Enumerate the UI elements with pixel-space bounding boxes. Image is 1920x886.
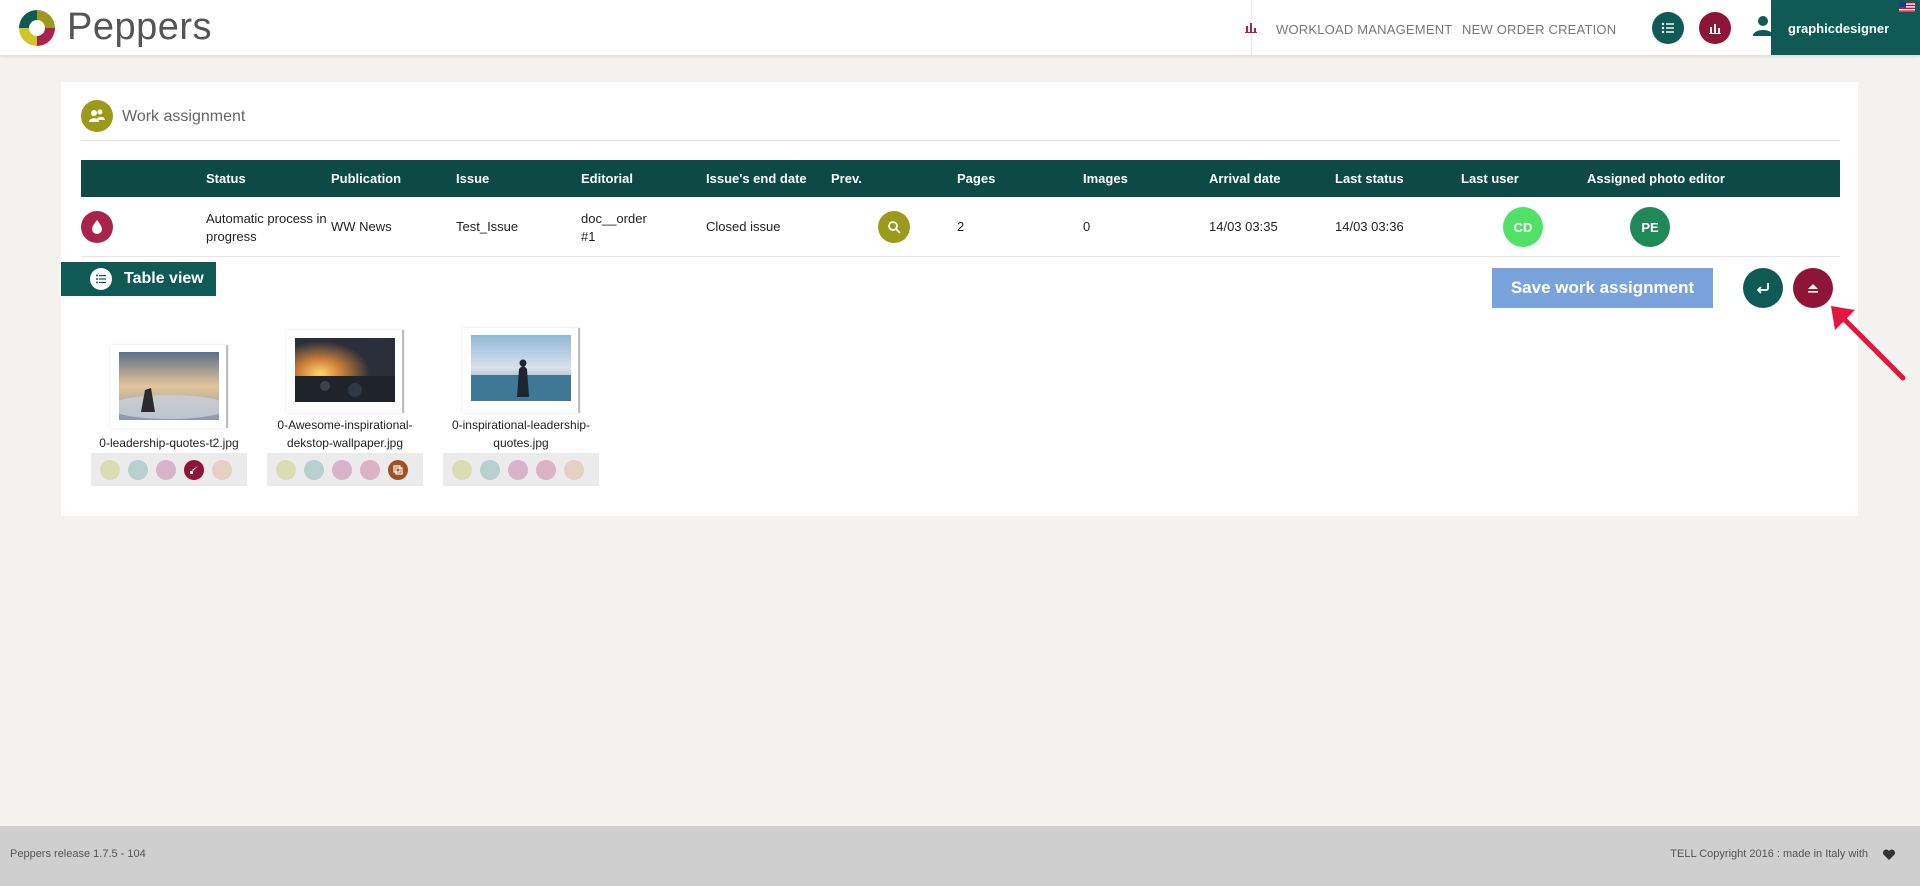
table-header: Status Publication Issue Editorial Issue… (81, 160, 1840, 197)
image-file-name: 0-leadership-quotes-t2.jpg (89, 434, 249, 452)
scissors-icon[interactable] (304, 460, 324, 480)
color-tool-icon[interactable] (276, 460, 296, 480)
editorial-line2: #1 (581, 229, 596, 244)
list-view-button[interactable] (1652, 12, 1684, 44)
row-editorial: doc__order #1 (581, 210, 647, 246)
color-tool-icon[interactable] (452, 460, 472, 480)
file-name-line1: 0-leadership-quotes-t2.jpg (99, 436, 239, 450)
image-tool-strip (267, 453, 423, 486)
col-issue[interactable]: Issue (456, 171, 489, 186)
stats-button[interactable] (1699, 12, 1731, 44)
row-issue: Test_Issue (456, 219, 519, 234)
layers-icon[interactable] (212, 460, 232, 480)
row-last-status: 14/03 03:36 (1335, 219, 1404, 234)
bar-chart-icon (1709, 24, 1721, 34)
status-text-line2: progress (206, 229, 257, 244)
file-name-line2: quotes.jpg (493, 436, 549, 450)
table-view-label: Table view (124, 270, 204, 287)
users-icon (81, 100, 113, 132)
brush-icon[interactable] (184, 460, 204, 480)
status-drop-icon (81, 211, 113, 243)
image-file-name: 0-Awesome-inspirational- dekstop-wallpap… (265, 416, 425, 452)
col-status[interactable]: Status (206, 171, 246, 186)
release-info: Peppers release 1.7.5 - 104 (10, 848, 146, 860)
row-pages: 2 (957, 219, 965, 234)
nav-workload-management[interactable]: WORKLOAD MANAGEMENT (1276, 22, 1452, 37)
bar-chart-icon (1244, 20, 1258, 34)
brush-icon[interactable] (360, 460, 380, 480)
top-header: Peppers WORKLOAD MANAGEMENT NEW ORDER CR… (0, 0, 1920, 55)
col-images[interactable]: Images (1083, 171, 1128, 186)
layers-icon[interactable] (388, 460, 408, 480)
col-issue-end-date[interactable]: Issue's end date (706, 171, 807, 186)
heart-icon (1882, 849, 1896, 860)
person-icon[interactable] (332, 460, 352, 480)
col-preview[interactable]: Prev. (831, 171, 862, 186)
peppers-logo-icon[interactable] (17, 8, 57, 48)
file-name-line1: 0-inspirational-leadership- (451, 418, 591, 432)
table-view-tab[interactable]: Table view (61, 262, 216, 296)
last-user-avatar[interactable]: CD (1503, 207, 1543, 247)
panel-title: Work assignment (122, 108, 246, 125)
search-icon (888, 221, 901, 234)
person-icon[interactable] (156, 460, 176, 480)
color-tool-icon[interactable] (100, 460, 120, 480)
app-name: Peppers (67, 6, 213, 48)
nav-new-order-creation[interactable]: NEW ORDER CREATION (1462, 22, 1616, 37)
image-tool-strip (91, 453, 247, 486)
col-publication[interactable]: Publication (331, 171, 401, 186)
row-end-date: Closed issue (706, 219, 781, 234)
col-pages[interactable]: Pages (957, 171, 995, 186)
panel-divider (81, 140, 1840, 141)
annotation-arrow-icon (1831, 306, 1906, 381)
col-last-status[interactable]: Last status (1335, 171, 1404, 186)
row-arrival-date: 14/03 03:35 (1209, 219, 1278, 234)
row-publication: WW News (331, 219, 392, 234)
us-flag-icon[interactable] (1899, 2, 1915, 12)
image-thumbnail[interactable] (295, 338, 395, 402)
return-button[interactable] (1743, 268, 1783, 308)
photo-editor-avatar[interactable]: PE (1630, 207, 1670, 247)
file-name-line1: 0-Awesome-inspirational- (277, 418, 413, 432)
image-tool-strip (443, 453, 599, 486)
col-assigned-photo-editor[interactable]: Assigned photo editor (1587, 171, 1725, 186)
brush-icon[interactable] (536, 460, 556, 480)
person-icon[interactable] (508, 460, 528, 480)
return-arrow-icon (1756, 283, 1769, 294)
list-icon (1661, 22, 1674, 34)
col-arrival-date[interactable]: Arrival date (1209, 171, 1281, 186)
preview-button[interactable] (878, 211, 910, 243)
layers-icon[interactable] (564, 460, 584, 480)
status-text-line1: Automatic process in (206, 211, 327, 226)
row-status: Automatic process in progress (206, 210, 331, 246)
col-last-user[interactable]: Last user (1461, 171, 1519, 186)
footer: Peppers release 1.7.5 - 104 TELL Copyrig… (0, 826, 1920, 886)
image-file-name: 0-inspirational-leadership- quotes.jpg (441, 416, 601, 452)
username: graphicdesigner (1788, 21, 1890, 36)
user-menu[interactable]: graphicdesigner (1771, 0, 1920, 55)
file-name-line2: dekstop-wallpaper.jpg (286, 436, 404, 450)
copyright: TELL Copyright 2016 : made in Italy with (1670, 848, 1868, 860)
scissors-icon[interactable] (128, 460, 148, 480)
save-work-assignment-button[interactable]: Save work assignment (1492, 268, 1713, 308)
row-images: 0 (1083, 219, 1091, 234)
editorial-line1: doc__order (581, 211, 647, 226)
col-editorial[interactable]: Editorial (581, 171, 633, 186)
image-thumbnail[interactable] (119, 352, 219, 420)
eject-icon (1808, 284, 1818, 293)
scissors-icon[interactable] (480, 460, 500, 480)
image-thumbnail[interactable] (471, 335, 571, 401)
list-icon (90, 268, 112, 290)
